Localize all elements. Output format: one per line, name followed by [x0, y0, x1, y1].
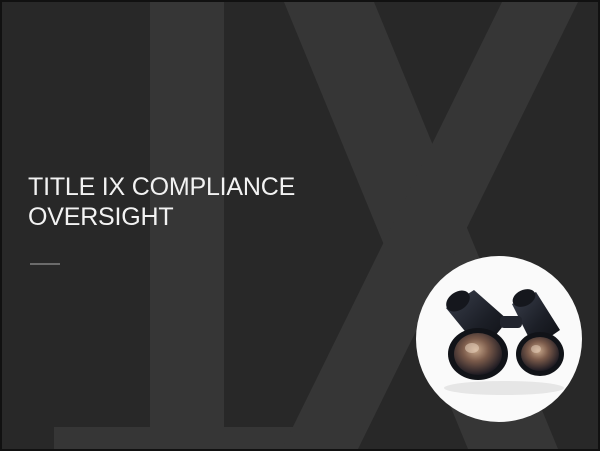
slide-title: TITLE IX COMPLIANCE OVERSIGHT — [28, 172, 388, 232]
binoculars-image — [416, 256, 582, 422]
slide: TITLE IX COMPLIANCE OVERSIGHT — [0, 0, 600, 451]
binoculars-icon — [444, 289, 564, 395]
slide-title-line-1: TITLE IX COMPLIANCE — [28, 173, 296, 201]
title-divider — [30, 263, 60, 265]
slide-title-line-2: OVERSIGHT — [28, 203, 174, 231]
